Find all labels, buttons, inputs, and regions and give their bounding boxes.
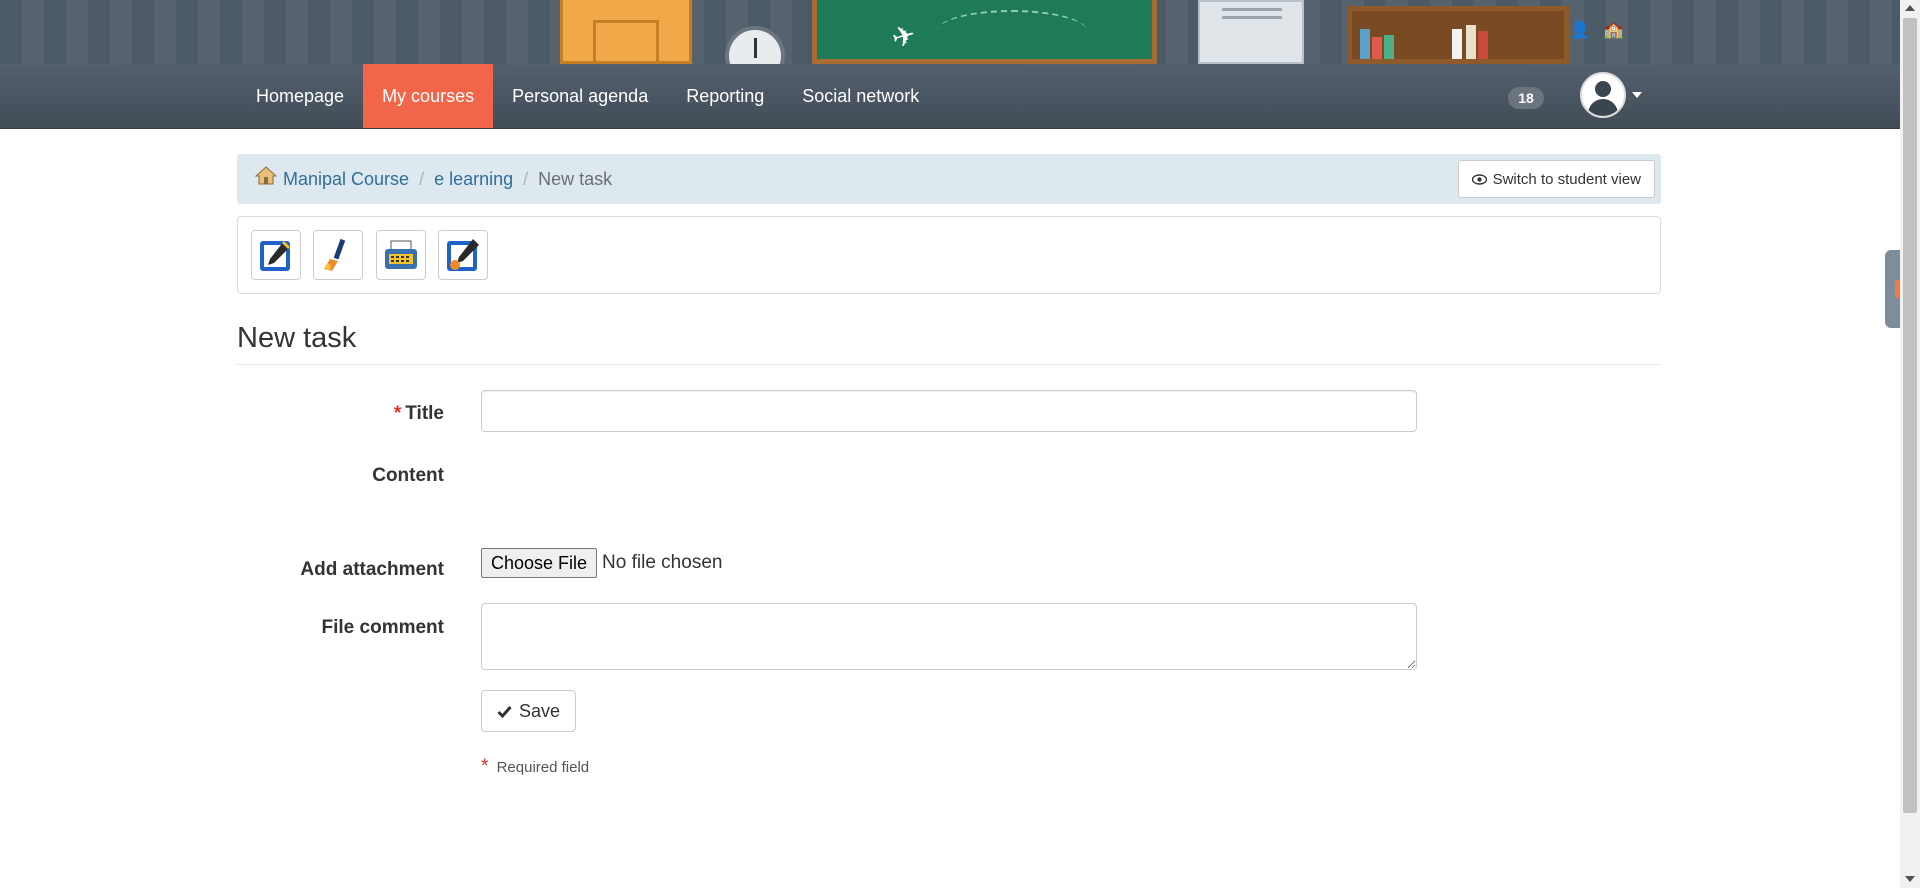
clock-illustration: [725, 26, 785, 64]
checkmark-icon: [497, 705, 512, 718]
toolbar-button-edit[interactable]: [251, 230, 301, 280]
scroll-down-icon[interactable]: [1905, 876, 1915, 882]
chevron-down-icon[interactable]: [1632, 92, 1642, 98]
required-field-note: * Required field: [481, 756, 589, 778]
nav-social-network[interactable]: Social network: [783, 64, 938, 128]
title-label: * Title: [237, 403, 444, 425]
nav-personal-agenda[interactable]: Personal agenda: [493, 64, 667, 128]
scroll-thumb[interactable]: [1903, 18, 1917, 813]
paper-plane-icon: ✈: [888, 18, 920, 55]
attachment-label: Add attachment: [300, 559, 444, 580]
toolbar-button-paint[interactable]: [313, 230, 363, 280]
task-toolbar: [237, 216, 1661, 294]
edit-task-icon: [260, 241, 290, 271]
file-comment-textarea[interactable]: [481, 603, 1417, 670]
page-title: New task: [237, 322, 357, 354]
toolbar-button-typewriter[interactable]: [376, 230, 426, 280]
nav-reporting[interactable]: Reporting: [667, 64, 783, 128]
notification-badge[interactable]: 18: [1508, 87, 1544, 109]
user-icon[interactable]: 👤: [1570, 20, 1590, 40]
nav-homepage[interactable]: Homepage: [237, 64, 363, 128]
required-field-text: Required field: [496, 759, 590, 776]
toolbar-button-settings[interactable]: [438, 230, 488, 280]
required-star: *: [393, 403, 402, 424]
paintbrush-icon: [324, 238, 346, 271]
breadcrumb: Manipal Course / e learning / New task S…: [237, 154, 1661, 204]
file-comment-label: File comment: [321, 617, 444, 638]
switch-student-view-label: Switch to student view: [1492, 170, 1641, 188]
breadcrumb-separator: /: [419, 168, 425, 189]
classroom-icon[interactable]: 🏫: [1604, 20, 1624, 40]
user-menu[interactable]: [1580, 72, 1642, 118]
save-button[interactable]: Save: [481, 690, 577, 732]
page-scrollbar[interactable]: [1900, 0, 1920, 888]
scroll-up-icon[interactable]: [1905, 5, 1915, 11]
chalkboard-illustration: ✈: [812, 0, 1157, 64]
no-file-chosen-text: No file chosen: [602, 552, 723, 573]
title-label-text: Title: [405, 403, 444, 424]
paper-illustration: [1198, 0, 1304, 64]
switch-student-view-button[interactable]: Switch to student view: [1457, 160, 1655, 198]
edit-settings-icon: [447, 239, 479, 271]
content-label: Content: [372, 465, 444, 486]
breadcrumb-tool[interactable]: e learning: [434, 169, 513, 190]
side-panel-tab[interactable]: [1885, 250, 1900, 328]
title-divider: [237, 364, 1661, 365]
breadcrumb-course[interactable]: Manipal Course: [283, 169, 409, 190]
breadcrumb-separator: /: [523, 168, 529, 189]
avatar[interactable]: [1580, 72, 1626, 118]
required-star: *: [481, 756, 489, 777]
eye-icon: [1471, 173, 1487, 185]
header-banner: ✈ 👤 🏫: [0, 0, 1900, 64]
save-button-label: Save: [519, 700, 561, 721]
door-illustration: [560, 0, 692, 64]
nav-my-courses[interactable]: My courses: [363, 64, 494, 128]
typewriter-icon: [385, 240, 417, 269]
title-input[interactable]: [481, 390, 1417, 432]
breadcrumb-current: New task: [538, 168, 613, 189]
home-icon[interactable]: [255, 165, 277, 185]
bookshelf-illustration: [1347, 6, 1569, 64]
choose-file-button[interactable]: Choose File: [481, 548, 598, 578]
file-input[interactable]: Choose File No file chosen: [481, 548, 722, 578]
